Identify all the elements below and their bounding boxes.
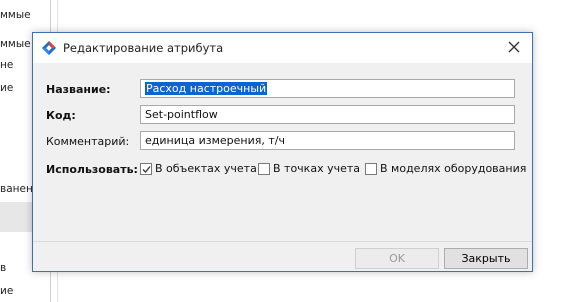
checkbox-box[interactable]	[140, 162, 152, 175]
dialog-body: Название: Расход настроечный Код: Set-po…	[33, 63, 532, 241]
name-label: Название:	[46, 83, 111, 96]
dialog-titlebar[interactable]: Редактирование атрибута	[33, 33, 532, 63]
dialog-title: Редактирование атрибута	[63, 41, 224, 55]
checkbox-accounting-objects[interactable]: В объектах учета	[140, 162, 257, 175]
ok-button[interactable]: OK	[355, 248, 439, 269]
name-field[interactable]: Расход настроечный	[140, 79, 515, 98]
background-selected-row	[0, 202, 32, 232]
dialog-footer: OK Закрыть	[33, 241, 532, 271]
comment-label: Комментарий:	[46, 135, 130, 148]
edit-attribute-dialog: Редактирование атрибута Название: Расход…	[32, 32, 533, 272]
close-icon[interactable]	[506, 39, 522, 55]
close-button[interactable]: Закрыть	[444, 248, 528, 269]
checkbox-equipment-models[interactable]: В моделях оборудования	[365, 162, 526, 175]
code-label: Код:	[46, 109, 76, 122]
checkbox-label: В объектах учета	[155, 162, 257, 175]
code-field-value: Set-pointflow	[145, 108, 218, 121]
usage-options: В объектах учета В точках учета В моделя…	[140, 162, 526, 178]
checkbox-label: В моделях оборудования	[380, 162, 527, 175]
checkbox-box[interactable]	[258, 162, 270, 175]
comment-field-value: единица измерения, т/ч	[145, 134, 285, 147]
code-field[interactable]: Set-pointflow	[140, 105, 515, 124]
name-field-value: Расход настроечный	[145, 82, 268, 95]
background-text: ммые	[0, 9, 31, 21]
checkbox-box[interactable]	[365, 162, 377, 175]
checkbox-accounting-points[interactable]: В точках учета	[258, 162, 360, 175]
checkbox-label: В точках учета	[273, 162, 360, 175]
background-text: ие	[0, 285, 14, 297]
usage-label: Использовать:	[46, 163, 138, 176]
app-diamond-icon	[42, 41, 56, 55]
comment-field[interactable]: единица измерения, т/ч	[140, 131, 515, 150]
checkmark-icon	[142, 165, 151, 173]
